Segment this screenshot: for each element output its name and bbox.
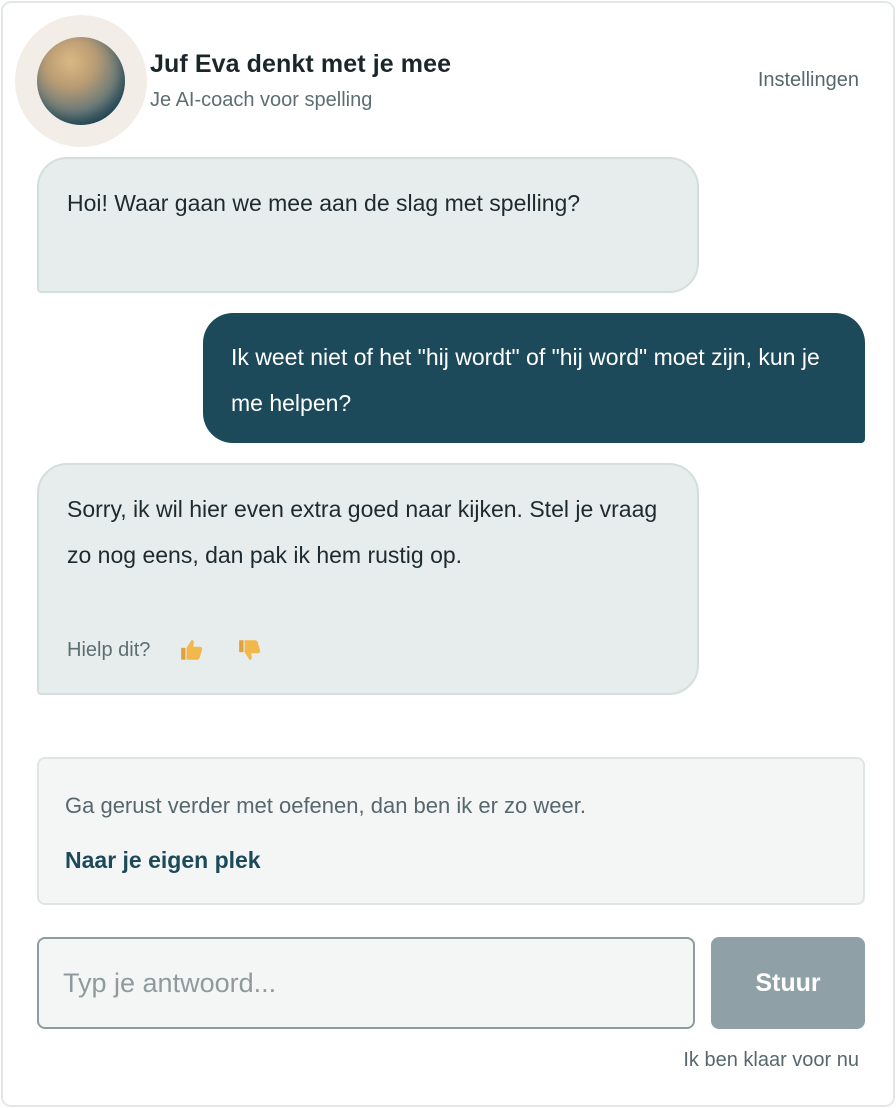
- avatar: [15, 15, 147, 147]
- thumbs-up-icon[interactable]: [178, 636, 206, 664]
- feedback-row: Hielp dit?: [67, 635, 264, 665]
- settings-link[interactable]: Instellingen: [758, 69, 859, 92]
- avatar-image: [37, 37, 125, 125]
- message-text: Sorry, ik wil hier even extra goed naar …: [67, 496, 658, 568]
- info-text: Ga gerust verder met oefenen, dan ben ik…: [65, 793, 586, 818]
- chat-window: Juf Eva denkt met je mee Je AI-coach voo…: [1, 1, 895, 1107]
- bot-message: Sorry, ik wil hier even extra goed naar …: [37, 463, 699, 695]
- user-message: Ik weet niet of het "hij wordt" of "hij …: [203, 313, 865, 443]
- bot-message: Hoi! Waar gaan we mee aan de slag met sp…: [37, 157, 699, 293]
- page-subtitle: Je AI-coach voor spelling: [150, 89, 373, 111]
- message-text: Hoi! Waar gaan we mee aan de slag met sp…: [67, 190, 581, 216]
- thumbs-down-icon[interactable]: [236, 636, 264, 664]
- send-button[interactable]: Stuur: [711, 937, 865, 1029]
- answer-input[interactable]: [37, 937, 695, 1029]
- own-place-link[interactable]: Naar je eigen plek: [65, 847, 261, 874]
- message-text: Ik weet niet of het "hij wordt" of "hij …: [231, 344, 820, 416]
- done-link[interactable]: Ik ben klaar voor nu: [683, 1049, 859, 1072]
- page-title: Juf Eva denkt met je mee: [150, 50, 452, 78]
- info-panel: Ga gerust verder met oefenen, dan ben ik…: [37, 757, 865, 905]
- feedback-question: Hielp dit?: [67, 639, 151, 661]
